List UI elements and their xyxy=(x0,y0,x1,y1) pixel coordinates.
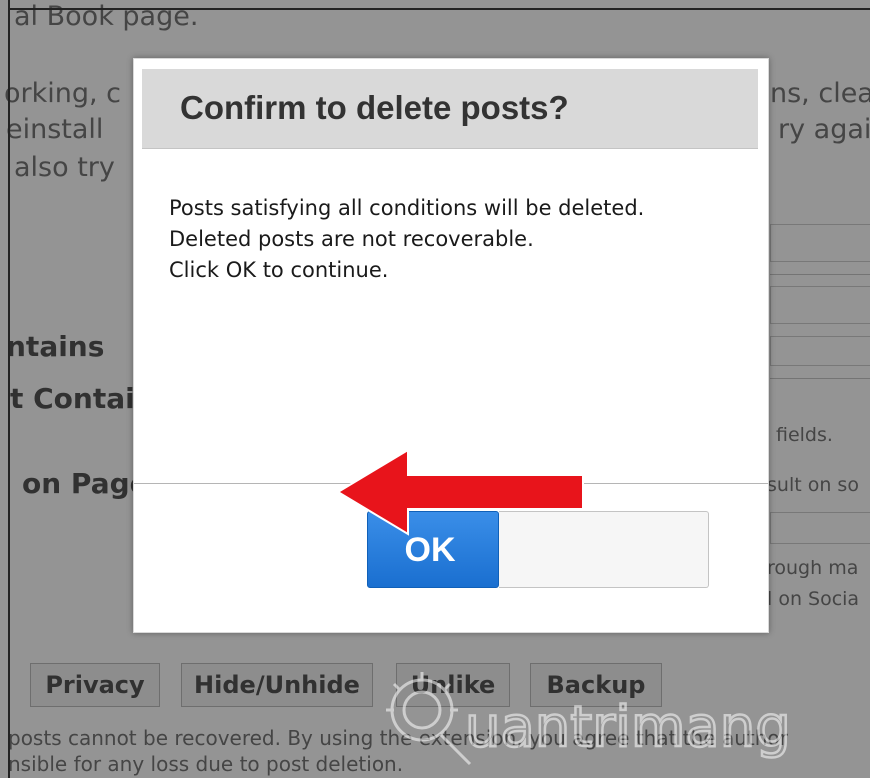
watermark-logo: uantrimang xyxy=(386,672,792,766)
screenshot-frame: al Book page. orking, c einstall also tr… xyxy=(0,0,870,778)
red-arrow-annotation xyxy=(336,448,584,536)
dialog-message-line-1: Posts satisfying all conditions will be … xyxy=(169,196,645,220)
arrow-shape xyxy=(336,448,584,536)
frame-border-left xyxy=(8,0,10,778)
dialog-message-line-2: Deleted posts are not recoverable. xyxy=(169,227,534,251)
frame-border-top xyxy=(8,8,870,10)
dialog-title: Confirm to delete posts? xyxy=(180,89,569,126)
confirm-dialog: Confirm to delete posts? Posts satisfyin… xyxy=(133,58,769,633)
dialog-message-line-3: Click OK to continue. xyxy=(169,258,389,282)
dialog-header: Confirm to delete posts? xyxy=(142,69,758,149)
watermark-text: uantrimang xyxy=(465,695,791,760)
dialog-message: Posts satisfying all conditions will be … xyxy=(169,193,644,286)
